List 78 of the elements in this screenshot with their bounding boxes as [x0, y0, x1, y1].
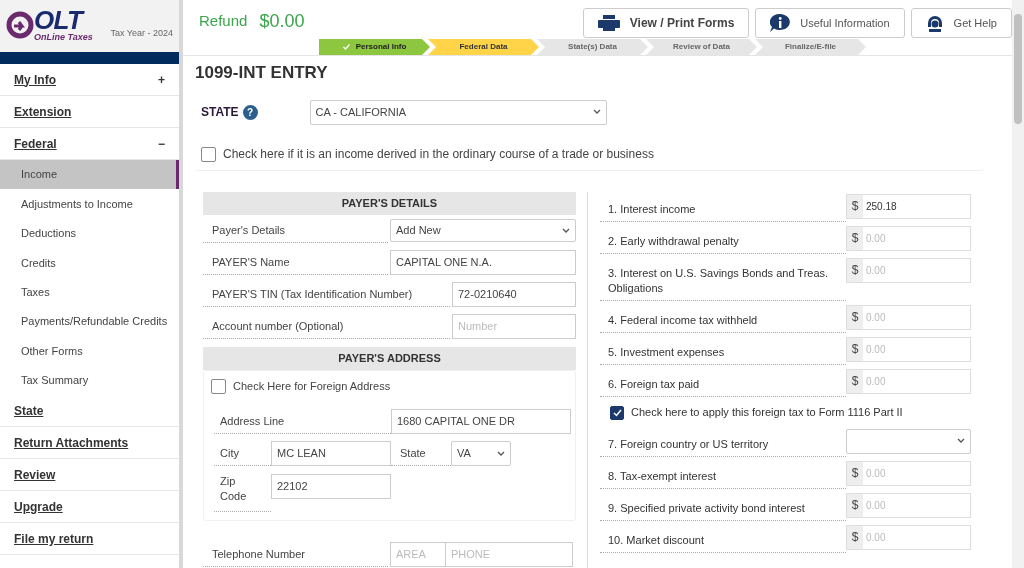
header-button[interactable]: Useful Information: [755, 8, 905, 38]
progress-step[interactable]: Review of Data: [646, 39, 757, 55]
field-label: 5. Investment expenses: [600, 336, 846, 365]
chevron-icon: [592, 109, 601, 115]
field-label: 2. Early withdrawal penalty: [600, 225, 846, 254]
printer-icon: [597, 15, 620, 31]
money-field[interactable]: $ 0.00: [846, 336, 971, 362]
input-field[interactable]: 22102: [271, 473, 391, 499]
check-icon: [342, 44, 350, 50]
nav-item[interactable]: File my return: [0, 523, 179, 556]
state-label: STATE: [201, 104, 239, 121]
logo-icon: [6, 9, 34, 40]
input-field[interactable]: CAPITAL ONE N.A.: [390, 250, 576, 275]
expand-toggle[interactable]: +: [158, 70, 165, 89]
select-field[interactable]: [846, 428, 971, 454]
progress-step[interactable]: Federal Data: [428, 39, 539, 55]
money-field[interactable]: $ 0.00: [846, 225, 971, 251]
field-label: 10. Market discount: [600, 524, 846, 553]
info-icon: [770, 14, 791, 32]
field-label: PAYER'S Name: [203, 250, 388, 275]
nav-item[interactable]: State: [0, 395, 179, 428]
support-agent-icon: [925, 14, 944, 32]
money-field[interactable]: $ 250.18: [846, 193, 971, 219]
tax-year: Tax Year - 2024: [110, 26, 173, 40]
field-label: 1. Interest income: [600, 193, 846, 222]
logo-tagline: OnLine Taxes: [34, 33, 93, 42]
nav-subitem[interactable]: Income: [0, 160, 179, 190]
input-field[interactable]: 1680 CAPITAL ONE DR: [391, 409, 571, 434]
field-label: 6. Foreign tax paid: [600, 368, 846, 397]
checkbox[interactable]: [211, 379, 226, 394]
field-label: Telephone Number: [203, 542, 388, 567]
field-label: PAYER'S TIN (Tax Identification Number): [203, 282, 450, 307]
nav-item[interactable]: Review: [0, 459, 179, 492]
page-title: 1099-INT ENTRY: [195, 62, 329, 84]
section-header: PAYER'S DETAILS: [203, 191, 576, 215]
field-label: 8. Tax-exempt interest: [600, 460, 846, 489]
select-field[interactable]: Add New: [390, 219, 576, 242]
header-button[interactable]: Get Help: [910, 8, 1012, 38]
refund-amount: $0.00: [259, 9, 305, 33]
logo-text: OLT: [34, 7, 85, 33]
money-field[interactable]: $ 0.00: [846, 524, 971, 550]
nav-item[interactable]: Extension: [0, 96, 179, 128]
checkbox-label: Check Here for Foreign Address: [233, 379, 391, 395]
checkbox-label: Check here to apply this foreign tax to Form 1116 Part II: [631, 405, 903, 421]
expand-toggle[interactable]: −: [158, 134, 165, 153]
chevron-icon: [957, 438, 965, 444]
field-label: 4. Federal income tax withheld: [600, 304, 846, 333]
money-field[interactable]: $ 0.00: [846, 368, 971, 394]
field-label: Account number (Optional): [203, 314, 450, 339]
input-field[interactable]: MC LEAN: [271, 441, 391, 466]
scrollbar[interactable]: [1012, 0, 1024, 568]
chevron-icon: [497, 450, 505, 457]
money-field[interactable]: $ 0.00: [846, 304, 971, 330]
input-field[interactable]: 72-0210640: [452, 282, 576, 307]
help-icon[interactable]: ?: [242, 104, 258, 120]
progress-step[interactable]: Personal Info: [319, 39, 430, 55]
nav-item[interactable]: My Info +: [0, 64, 179, 96]
field-label: 3. Interest on U.S. Savings Bonds and Treas. Obligations: [600, 257, 846, 301]
money-field[interactable]: $ 0.00: [846, 492, 971, 518]
header-button[interactable]: View / Print Forms: [582, 8, 750, 38]
section-header: PAYER'S ADDRESS: [203, 346, 576, 370]
field-label: Payer's Details: [203, 218, 388, 243]
checkbox-label: Check here if it is an income derived in the ordinary course of a trade or business: [223, 146, 654, 163]
progress-step[interactable]: State(s) Data: [537, 39, 648, 55]
progress-step[interactable]: Finalize/E-file: [755, 39, 866, 55]
checkbox[interactable]: [610, 405, 624, 420]
nav-item[interactable]: Upgrade: [0, 491, 179, 524]
field-label: 9. Specified private activity bond interest: [600, 492, 846, 521]
state-select[interactable]: CA - CALIFORNIA: [309, 99, 607, 125]
refund-label: Refund: [199, 10, 248, 31]
money-field[interactable]: $ 0.00: [846, 460, 971, 486]
checkbox[interactable]: [201, 146, 216, 162]
money-field[interactable]: $ 0.00: [846, 257, 971, 283]
chevron-icon: [562, 227, 570, 234]
nav-item[interactable]: Return Attachments: [0, 427, 179, 460]
field-label: State: [391, 441, 451, 466]
field-label: 7. Foreign country or US territory: [600, 428, 846, 457]
select-field[interactable]: VA: [451, 441, 511, 466]
